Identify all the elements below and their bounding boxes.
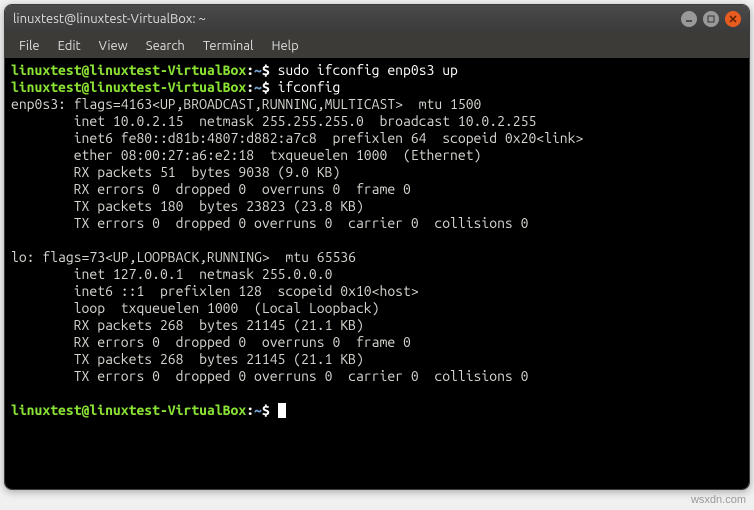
output-line: RX errors 0 dropped 0 overruns 0 frame 0	[11, 334, 411, 350]
output-line: lo: flags=73<UP,LOOPBACK,RUNNING> mtu 65…	[11, 249, 356, 265]
output-line: enp0s3: flags=4163<UP,BROADCAST,RUNNING,…	[11, 96, 481, 112]
output-line: TX packets 180 bytes 23823 (23.8 KB)	[11, 198, 364, 214]
output-line: inet 10.0.2.15 netmask 255.255.255.0 bro…	[11, 113, 536, 129]
close-button[interactable]	[725, 11, 741, 27]
prompt-user-host: linuxtest@linuxtest-VirtualBox	[11, 62, 246, 78]
output-line: inet6 fe80::d81b:4807:d882:a7c8 prefixle…	[11, 130, 583, 146]
menu-search[interactable]: Search	[138, 36, 193, 56]
prompt-path: ~	[254, 402, 262, 418]
menubar: File Edit View Search Terminal Help	[5, 33, 749, 58]
prompt-sep: :	[246, 402, 254, 418]
output-line: TX errors 0 dropped 0 overruns 0 carrier…	[11, 215, 528, 231]
output-line: inet 127.0.0.1 netmask 255.0.0.0	[11, 266, 332, 282]
maximize-button[interactable]	[703, 11, 719, 27]
output-line: TX packets 268 bytes 21145 (21.1 KB)	[11, 351, 364, 367]
output-line: loop txqueuelen 1000 (Local Loopback)	[11, 300, 379, 316]
prompt-user-host: linuxtest@linuxtest-VirtualBox	[11, 402, 246, 418]
cursor	[278, 403, 286, 418]
command-1: sudo ifconfig enp0s3 up	[278, 62, 458, 78]
menu-terminal[interactable]: Terminal	[195, 36, 262, 56]
minimize-button[interactable]	[681, 11, 697, 27]
output-line: TX errors 0 dropped 0 overruns 0 carrier…	[11, 368, 528, 384]
prompt-end: $	[262, 402, 270, 418]
output-line: ether 08:00:27:a6:e2:18 txqueuelen 1000 …	[11, 147, 481, 163]
prompt-sep: :	[246, 62, 254, 78]
command-2: ifconfig	[278, 79, 341, 95]
terminal-area[interactable]: linuxtest@linuxtest-VirtualBox:~$ sudo i…	[5, 58, 749, 489]
menu-view[interactable]: View	[91, 36, 136, 56]
prompt-end: $	[262, 62, 270, 78]
prompt-path: ~	[254, 62, 262, 78]
watermark: wsxdn.com	[691, 494, 746, 506]
window-title: linuxtest@linuxtest-VirtualBox: ~	[13, 12, 681, 26]
prompt-end: $	[262, 79, 270, 95]
terminal-window: linuxtest@linuxtest-VirtualBox: ~ File E…	[4, 4, 750, 490]
prompt-path: ~	[254, 79, 262, 95]
titlebar[interactable]: linuxtest@linuxtest-VirtualBox: ~	[5, 5, 749, 33]
output-line: inet6 ::1 prefixlen 128 scopeid 0x10<hos…	[11, 283, 419, 299]
output-line: RX packets 268 bytes 21145 (21.1 KB)	[11, 317, 364, 333]
output-line: RX packets 51 bytes 9038 (9.0 KB)	[11, 164, 340, 180]
output-line: RX errors 0 dropped 0 overruns 0 frame 0	[11, 181, 411, 197]
window-controls	[681, 11, 741, 27]
prompt-user-host: linuxtest@linuxtest-VirtualBox	[11, 79, 246, 95]
menu-help[interactable]: Help	[263, 36, 306, 56]
menu-edit[interactable]: Edit	[50, 36, 89, 56]
menu-file[interactable]: File	[11, 36, 48, 56]
prompt-sep: :	[246, 79, 254, 95]
